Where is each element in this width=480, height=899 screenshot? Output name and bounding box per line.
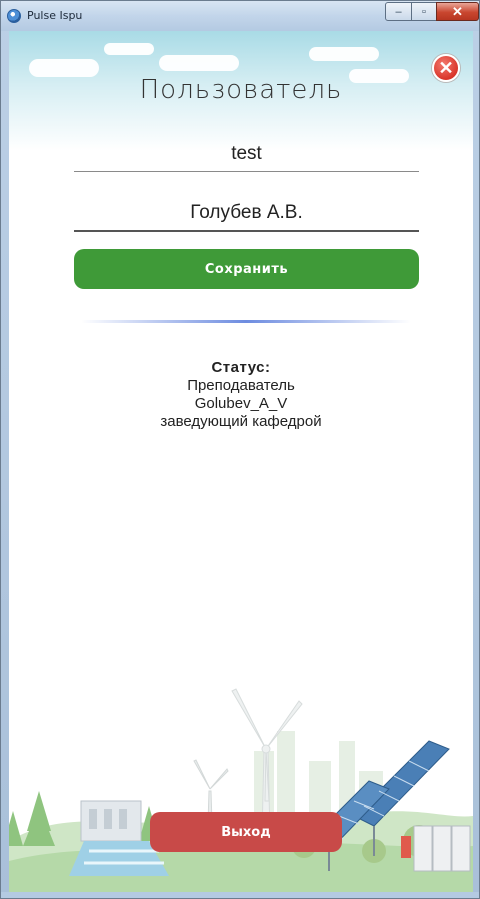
maximize-button[interactable]: ▫ — [411, 2, 437, 21]
fullname-field[interactable] — [74, 196, 419, 232]
status-position: заведующий кафедрой — [160, 413, 322, 430]
app-window: Pulse Ispu – ▫ ✕ ✕ Пользователь Сохранит… — [0, 0, 480, 899]
status-label: Статус: — [211, 359, 271, 376]
cloud — [309, 47, 379, 61]
energy-landscape-illustration — [9, 688, 473, 892]
status-block: Статус: Преподаватель Golubev_A_V заведу… — [9, 359, 473, 431]
logout-button[interactable]: Выход — [150, 812, 342, 852]
cloud — [104, 43, 154, 55]
save-button[interactable]: Сохранить — [74, 249, 419, 289]
status-role: Преподаватель — [187, 377, 295, 394]
status-username: Golubev_A_V — [194, 395, 288, 412]
window-bottom-border — [1, 892, 479, 898]
window-titlebar[interactable]: Pulse Ispu – ▫ ✕ — [1, 1, 479, 31]
window-close-button[interactable]: ✕ — [436, 2, 479, 21]
minimize-button[interactable]: – — [385, 2, 412, 21]
page-title: Пользователь — [139, 75, 343, 105]
divider — [81, 320, 411, 323]
app-icon — [7, 9, 21, 23]
cloud — [159, 55, 239, 71]
login-field[interactable] — [74, 136, 419, 172]
window-title: Pulse Ispu — [27, 9, 83, 22]
client-area: ✕ Пользователь Сохранить Статус: Препода… — [9, 31, 473, 892]
